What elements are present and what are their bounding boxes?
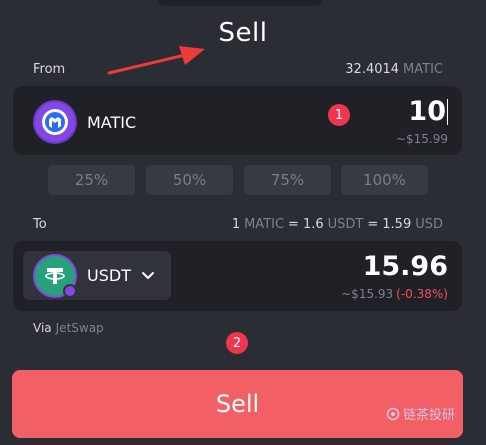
from-usd-value: ~$15.99 [395,132,448,146]
rate-lhs-amount: 1 [231,217,241,232]
rate-rhs-unit: USD [415,217,443,232]
to-token-selector[interactable]: USDT [23,251,171,300]
annotation-marker-2: 2 [226,332,248,354]
percent-100-button[interactable]: 100% [341,165,428,195]
to-label: To [33,217,47,232]
annotation-arrow-icon [107,46,205,75]
rate-rhs-amount: 1.59 [382,217,412,232]
percent-25-button[interactable]: 25% [48,165,135,195]
percent-75-button[interactable]: 75% [244,165,331,195]
to-token-name: USDT [87,266,131,285]
to-token-card: USDT 15.96 ~$15.93 (-0.38%) [13,241,462,311]
network-badge-icon [63,283,77,298]
from-token-name: MATIC [87,112,137,132]
text-cursor [447,98,448,125]
watermark-logo-icon [386,407,400,420]
from-balance: 32.4014 MATIC [345,62,443,77]
rate-lhs-unit: MATIC [244,217,285,232]
watermark-text: 链茶投研 [403,408,456,423]
usdt-token-icon [33,253,77,298]
watermark: 链茶投研 [386,404,455,423]
route-prefix: Via [33,321,52,335]
annotation-marker-1: 1 [328,104,350,126]
price-impact: (-0.38%) [396,287,448,301]
from-label: From [33,62,66,77]
exchange-rate: 1 MATIC = 1.6 USDT = 1.59 USD [232,217,443,232]
rate-mid-amount: 1.6 [302,217,324,232]
route-info: Via JetSwap [33,321,104,335]
from-amount-value: 10 [408,96,446,127]
top-tab-strip [157,0,323,6]
from-token-selector[interactable]: MATIC [33,100,136,144]
rate-mid-unit: USDT [327,217,364,232]
from-balance-unit: MATIC [403,62,443,77]
to-usd-value: ~$15.93 [341,287,394,301]
from-balance-value: 32.4014 [345,62,400,77]
to-usd-row: ~$15.93 (-0.38%) [341,287,448,301]
page-title: Sell [218,18,268,48]
from-token-card: MATIC 1 10 ~$15.99 [13,86,462,155]
rate-equals-1: = [288,217,299,232]
matic-token-icon [33,100,77,144]
from-amount-input[interactable]: 10 [408,96,448,127]
rate-equals-2: = [367,217,379,232]
percent-50-button[interactable]: 50% [146,165,233,195]
chevron-down-icon [141,271,154,279]
route-name[interactable]: JetSwap [56,321,104,335]
to-amount-value: 15.96 [362,251,448,282]
